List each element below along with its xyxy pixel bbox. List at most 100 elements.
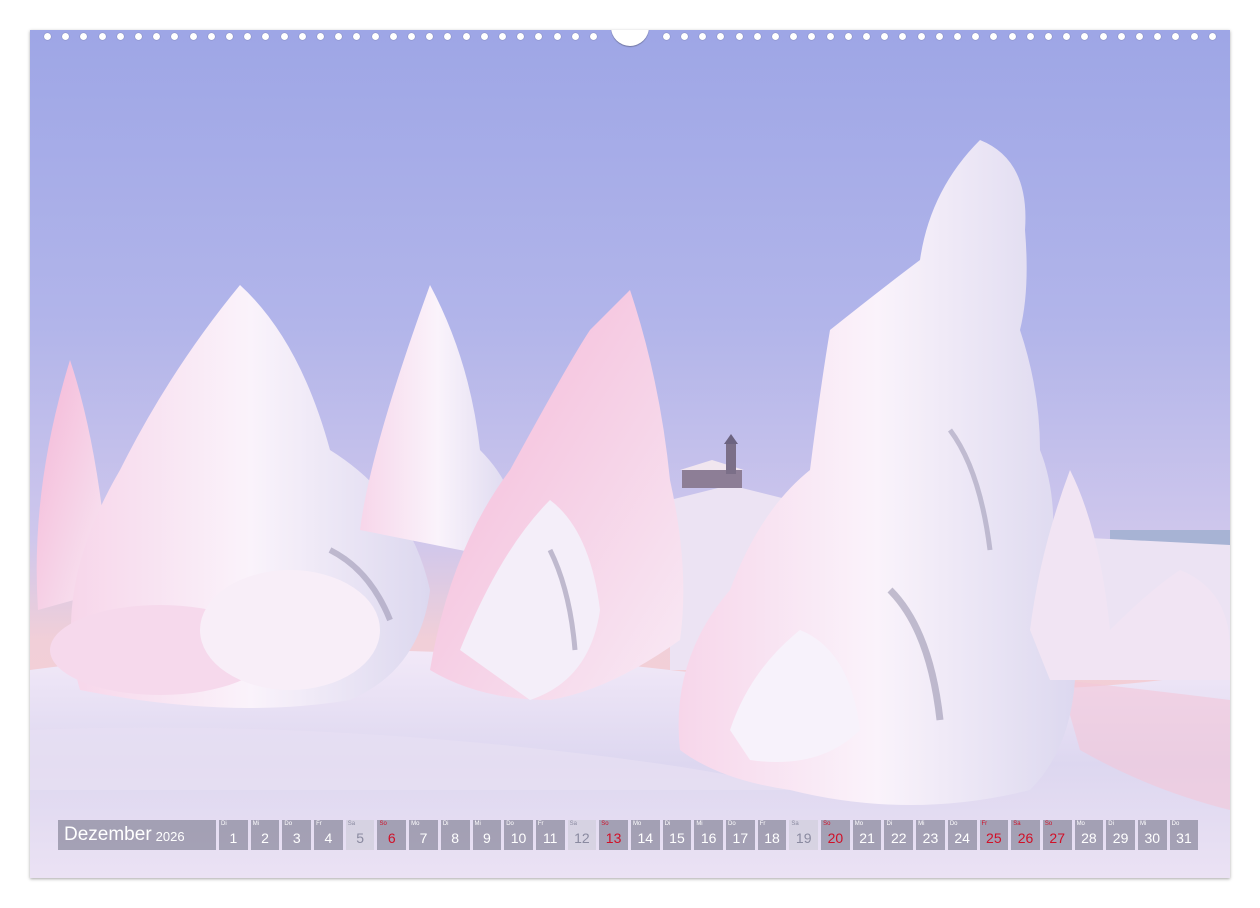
month-label: Dezember 2026: [58, 820, 216, 850]
day-cell: Do 3: [282, 820, 312, 850]
day-cell: So 27: [1042, 820, 1072, 850]
weekday-label: Do: [284, 821, 293, 827]
day-cell: Mo 7: [409, 820, 438, 850]
weekday-label: Di: [442, 821, 449, 827]
day-cell: Mi 30: [1137, 820, 1167, 850]
day-number: 28: [1081, 830, 1097, 846]
weekday-label: Di: [886, 821, 893, 827]
weekday-label: Mo: [411, 821, 420, 827]
weekday-label: Mi: [918, 821, 925, 827]
day-cell: Fr 25: [979, 820, 1009, 850]
day-number: 22: [890, 830, 907, 846]
day-number: 27: [1049, 830, 1065, 846]
weekday-label: Do: [728, 821, 736, 827]
weekday-label: So: [1044, 821, 1053, 827]
day-cell: Do 10: [504, 820, 533, 850]
day-number: 10: [510, 830, 527, 846]
day-number: 15: [669, 830, 685, 846]
weekday-label: Sa: [347, 821, 356, 827]
day-number: 18: [764, 830, 780, 846]
day-cell: Fr 18: [757, 820, 787, 850]
weekday-label: So: [601, 821, 609, 827]
day-number: 24: [954, 830, 970, 846]
day-cell: So 6: [377, 820, 407, 850]
day-number: 8: [451, 830, 460, 846]
day-number: 17: [732, 830, 749, 846]
day-number: 29: [1112, 830, 1129, 846]
weekday-label: Di: [221, 821, 227, 827]
day-cell: Mi 23: [916, 820, 945, 850]
weekday-label: So: [379, 821, 387, 827]
day-cell: Sa 19: [789, 820, 819, 850]
day-number: 19: [795, 830, 812, 846]
day-cell: Mo 14: [630, 820, 660, 850]
day-cell: Do 31: [1169, 820, 1199, 850]
weekday-label: Do: [1171, 821, 1180, 827]
weekday-label: Fr: [981, 821, 988, 827]
month-name: Dezember: [64, 824, 152, 845]
day-number: 7: [419, 830, 428, 846]
day-list: Di 1 Mi 2 Do 3 Fr 4 Sa 5 So 6 Mo 7 Di 8 Mi 9 Do 10 Fr 11 Sa 12 S…: [219, 820, 1199, 850]
day-number: 14: [637, 830, 654, 846]
day-cell: Fr 11: [535, 820, 565, 850]
day-cell: Sa 26: [1011, 820, 1040, 850]
day-cell: Di 29: [1106, 820, 1135, 850]
weekday-label: Mi: [1139, 821, 1147, 827]
day-cell: Sa 5: [345, 820, 375, 850]
weekday-label: Di: [664, 821, 671, 827]
day-cell: Di 8: [440, 820, 470, 850]
day-cell: Mo 28: [1074, 820, 1104, 850]
weekday-label: Fr: [537, 821, 544, 827]
day-cell: Do 17: [726, 820, 755, 850]
day-number: 25: [986, 830, 1002, 846]
day-number: 11: [542, 830, 558, 846]
day-number: 3: [292, 830, 301, 846]
day-cell: Mi 2: [250, 820, 280, 850]
day-cell: So 13: [599, 820, 628, 850]
day-cell: Fr 4: [314, 820, 343, 850]
day-number: 5: [356, 830, 364, 846]
day-number: 30: [1144, 830, 1161, 846]
day-cell: Mi 16: [694, 820, 723, 850]
day-number: 9: [482, 830, 491, 846]
day-cell: Di 1: [219, 820, 248, 850]
weekday-label: Mi: [696, 821, 703, 827]
day-number: 16: [700, 830, 717, 846]
weekday-label: Do: [506, 821, 514, 827]
weekday-label: Di: [1108, 821, 1114, 827]
calendar-page: Dezember 2026 Di 1 Mi 2 Do 3 Fr 4 Sa 5 So 6 Mo 7 Di 8 Mi…: [30, 30, 1230, 878]
day-cell: Mo 21: [852, 820, 882, 850]
day-number: 20: [827, 830, 844, 846]
day-number: 21: [859, 830, 875, 846]
weekday-label: Sa: [791, 821, 799, 827]
weekday-label: Sa: [1013, 821, 1021, 827]
day-number: 4: [324, 830, 333, 846]
winter-forest-photo: [30, 30, 1230, 878]
month-year: 2026: [155, 829, 185, 844]
day-number: 1: [229, 830, 238, 846]
day-number: 12: [574, 830, 590, 846]
day-cell: Di 22: [884, 820, 914, 850]
day-cell: Mi 9: [472, 820, 502, 850]
day-cell: Do 24: [947, 820, 977, 850]
weekday-label: Mi: [474, 821, 481, 827]
day-number: 23: [922, 830, 939, 846]
day-cell: Sa 12: [567, 820, 597, 850]
weekday-label: So: [823, 821, 831, 827]
day-number: 6: [387, 830, 396, 846]
day-number: 26: [1017, 830, 1034, 846]
weekday-label: Fr: [316, 821, 322, 827]
day-cell: So 20: [821, 820, 850, 850]
weekday-label: Do: [949, 821, 958, 827]
weekday-label: Sa: [569, 821, 577, 827]
day-cell: Di 15: [662, 820, 692, 850]
weekday-label: Mi: [252, 821, 260, 827]
weekday-label: Mo: [1076, 821, 1085, 827]
day-number: 2: [261, 830, 269, 846]
day-number: 13: [605, 830, 622, 846]
weekday-label: Mo: [854, 821, 864, 827]
day-number: 31: [1176, 830, 1192, 846]
weekday-label: Fr: [759, 821, 766, 827]
calendar-bar: Dezember 2026 Di 1 Mi 2 Do 3 Fr 4 Sa 5 So 6 Mo 7 Di 8 Mi…: [58, 820, 1199, 850]
weekday-label: Mo: [632, 821, 642, 827]
